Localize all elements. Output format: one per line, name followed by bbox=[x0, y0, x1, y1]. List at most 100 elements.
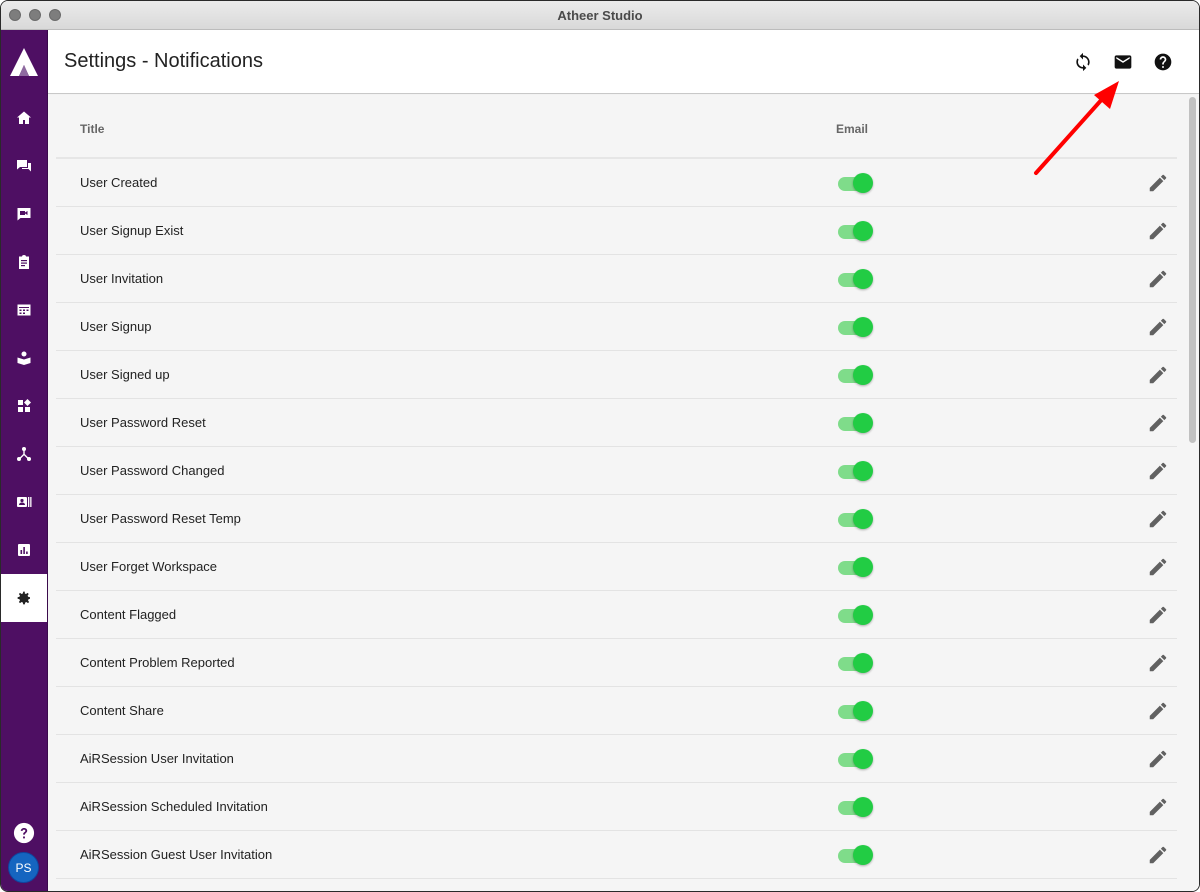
sidebar-item-book[interactable] bbox=[1, 334, 47, 382]
video-chat-icon bbox=[17, 208, 31, 221]
page-header: Settings - Notifications bbox=[48, 30, 1199, 94]
table-row: Content Flagged bbox=[56, 591, 1177, 639]
help-icon[interactable] bbox=[1152, 51, 1174, 73]
sidebar-item-settings[interactable] bbox=[1, 574, 47, 622]
edit-icon[interactable] bbox=[1147, 316, 1169, 338]
notification-title: AiRSession User Invitation bbox=[80, 751, 234, 766]
sidebar-item-dashboard[interactable] bbox=[1, 382, 47, 430]
sidebar-item-home[interactable] bbox=[1, 94, 47, 142]
edit-icon[interactable] bbox=[1147, 412, 1169, 434]
scrollbar[interactable] bbox=[1189, 97, 1196, 443]
dashboard-icon bbox=[18, 399, 31, 412]
contact-card-icon bbox=[17, 497, 32, 507]
table-row: User Created bbox=[56, 159, 1177, 207]
page-title: Settings - Notifications bbox=[64, 50, 263, 72]
email-toggle[interactable] bbox=[837, 700, 873, 722]
home-icon bbox=[17, 111, 31, 124]
refresh-icon[interactable] bbox=[1072, 51, 1094, 73]
edit-icon[interactable] bbox=[1147, 268, 1169, 290]
notification-title: User Signup bbox=[80, 319, 152, 334]
notification-title: User Forget Workspace bbox=[80, 559, 218, 574]
table-row: User Signup Exist bbox=[56, 207, 1177, 255]
email-toggle[interactable] bbox=[837, 748, 873, 770]
edit-icon[interactable] bbox=[1147, 556, 1169, 578]
table-row: Content Share bbox=[56, 687, 1177, 735]
email-toggle[interactable] bbox=[837, 844, 873, 866]
notification-title: AiRSession Guest User Invitation bbox=[80, 847, 273, 862]
window-title: Atheer Studio bbox=[557, 8, 643, 23]
edit-icon[interactable] bbox=[1147, 652, 1169, 674]
calendar-icon bbox=[17, 304, 31, 316]
sidebar-item-workflow[interactable] bbox=[1, 430, 47, 478]
column-header-title: Title bbox=[80, 122, 105, 136]
table-row: Content Problem Reported bbox=[56, 639, 1177, 687]
notification-title: User Created bbox=[80, 175, 158, 190]
email-toggle[interactable] bbox=[837, 412, 873, 434]
edit-icon[interactable] bbox=[1147, 220, 1169, 242]
sidebar-item-calendar[interactable] bbox=[1, 286, 47, 334]
table-row: AiRSession Scheduled Invitation bbox=[56, 783, 1177, 831]
email-toggle[interactable] bbox=[837, 508, 873, 530]
notification-title: User Password Reset bbox=[80, 415, 206, 430]
notification-title: User Signup Exist bbox=[80, 223, 184, 238]
notifications-content: Title Email User Created User Signup Exis… bbox=[48, 95, 1199, 891]
book-icon bbox=[17, 351, 31, 365]
sidebar-item-clipboard[interactable] bbox=[1, 238, 47, 286]
notification-title: User Password Reset Temp bbox=[80, 511, 241, 526]
email-toggle[interactable] bbox=[837, 796, 873, 818]
sidebar-item-chat[interactable] bbox=[1, 142, 47, 190]
edit-icon[interactable] bbox=[1147, 748, 1169, 770]
notification-title: User Invitation bbox=[80, 271, 164, 286]
table-header: Title Email bbox=[56, 95, 1177, 159]
settings-icon bbox=[17, 591, 30, 605]
notification-title: User Password Changed bbox=[80, 463, 225, 478]
app-window: Atheer Studio PS Settings - Notification… bbox=[0, 0, 1200, 892]
email-toggle[interactable] bbox=[837, 364, 873, 386]
email-toggle[interactable] bbox=[837, 268, 873, 290]
atheer-logo-icon[interactable] bbox=[9, 47, 39, 77]
title-bar: Atheer Studio bbox=[1, 1, 1199, 30]
edit-icon[interactable] bbox=[1147, 364, 1169, 386]
notification-title: Content Problem Reported bbox=[80, 655, 235, 670]
email-toggle[interactable] bbox=[837, 460, 873, 482]
email-toggle[interactable] bbox=[837, 220, 873, 242]
notification-title: Content Flagged bbox=[80, 607, 177, 622]
edit-icon[interactable] bbox=[1147, 700, 1169, 722]
table-row: User Signed up bbox=[56, 351, 1177, 399]
notifications-table: Title Email User Created User Signup Exis… bbox=[56, 95, 1177, 879]
sidebar: PS bbox=[1, 30, 48, 891]
table-row: AiRSession Guest User Invitation bbox=[56, 831, 1177, 879]
table-row: User Invitation bbox=[56, 255, 1177, 303]
edit-icon[interactable] bbox=[1147, 172, 1169, 194]
avatar[interactable]: PS bbox=[8, 852, 39, 883]
sidebar-item-contact-card[interactable] bbox=[1, 478, 47, 526]
email-toggle[interactable] bbox=[837, 604, 873, 626]
table-row: User Password Reset bbox=[56, 399, 1177, 447]
notification-title: AiRSession Scheduled Invitation bbox=[80, 799, 268, 814]
workflow-icon bbox=[17, 447, 31, 461]
edit-icon[interactable] bbox=[1147, 604, 1169, 626]
clipboard-icon bbox=[19, 255, 29, 269]
edit-icon[interactable] bbox=[1147, 796, 1169, 818]
sidebar-item-chart[interactable] bbox=[1, 526, 47, 574]
notification-title: Content Share bbox=[80, 703, 164, 718]
edit-icon[interactable] bbox=[1147, 508, 1169, 530]
table-row: AiRSession User Invitation bbox=[56, 735, 1177, 783]
edit-icon[interactable] bbox=[1147, 844, 1169, 866]
email-toggle[interactable] bbox=[837, 652, 873, 674]
help-icon[interactable] bbox=[13, 822, 35, 844]
sidebar-item-video-chat[interactable] bbox=[1, 190, 47, 238]
edit-icon[interactable] bbox=[1147, 460, 1169, 482]
chat-icon bbox=[17, 160, 31, 172]
chart-icon bbox=[18, 544, 30, 556]
email-toggle[interactable] bbox=[837, 556, 873, 578]
table-row: User Signup bbox=[56, 303, 1177, 351]
table-row: User Forget Workspace bbox=[56, 543, 1177, 591]
table-row: User Password Changed bbox=[56, 447, 1177, 495]
email-toggle[interactable] bbox=[837, 316, 873, 338]
notification-title: User Signed up bbox=[80, 367, 170, 382]
column-header-email: Email bbox=[836, 122, 869, 136]
email-icon[interactable] bbox=[1112, 51, 1134, 73]
table-row: User Password Reset Temp bbox=[56, 495, 1177, 543]
email-toggle[interactable] bbox=[837, 172, 873, 194]
